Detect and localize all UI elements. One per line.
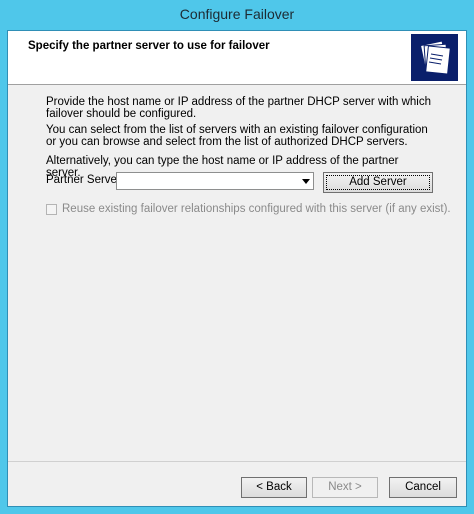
partner-server-combobox[interactable] — [116, 172, 314, 190]
chevron-down-icon[interactable] — [298, 173, 313, 189]
footer-divider — [8, 461, 466, 462]
header-title: Specify the partner server to use for fa… — [28, 40, 270, 52]
back-button[interactable]: < Back — [241, 477, 307, 498]
reuse-relationships-checkbox[interactable] — [46, 203, 57, 215]
cancel-button[interactable]: Cancel — [389, 477, 457, 498]
next-button[interactable]: Next > — [312, 477, 378, 498]
description-text: Provide the host name or IP address of t… — [46, 96, 432, 120]
folders-icon — [411, 34, 458, 81]
reuse-relationships-label: Reuse existing failover relationships co… — [62, 203, 451, 215]
window-title: Configure Failover — [179, 6, 295, 22]
dialog-window: Configure Failover Specify the partner s… — [0, 0, 474, 514]
description-text: You can select from the list of servers … — [46, 124, 428, 148]
title-bar[interactable]: Configure Failover — [0, 0, 474, 30]
add-server-button[interactable]: Add Server — [323, 172, 433, 193]
reuse-relationships-option: Reuse existing failover relationships co… — [46, 203, 451, 215]
wizard-header: Specify the partner server to use for fa… — [8, 31, 466, 85]
partner-server-label: Partner Server: — [46, 174, 124, 186]
dialog-client-area: Specify the partner server to use for fa… — [7, 30, 467, 507]
